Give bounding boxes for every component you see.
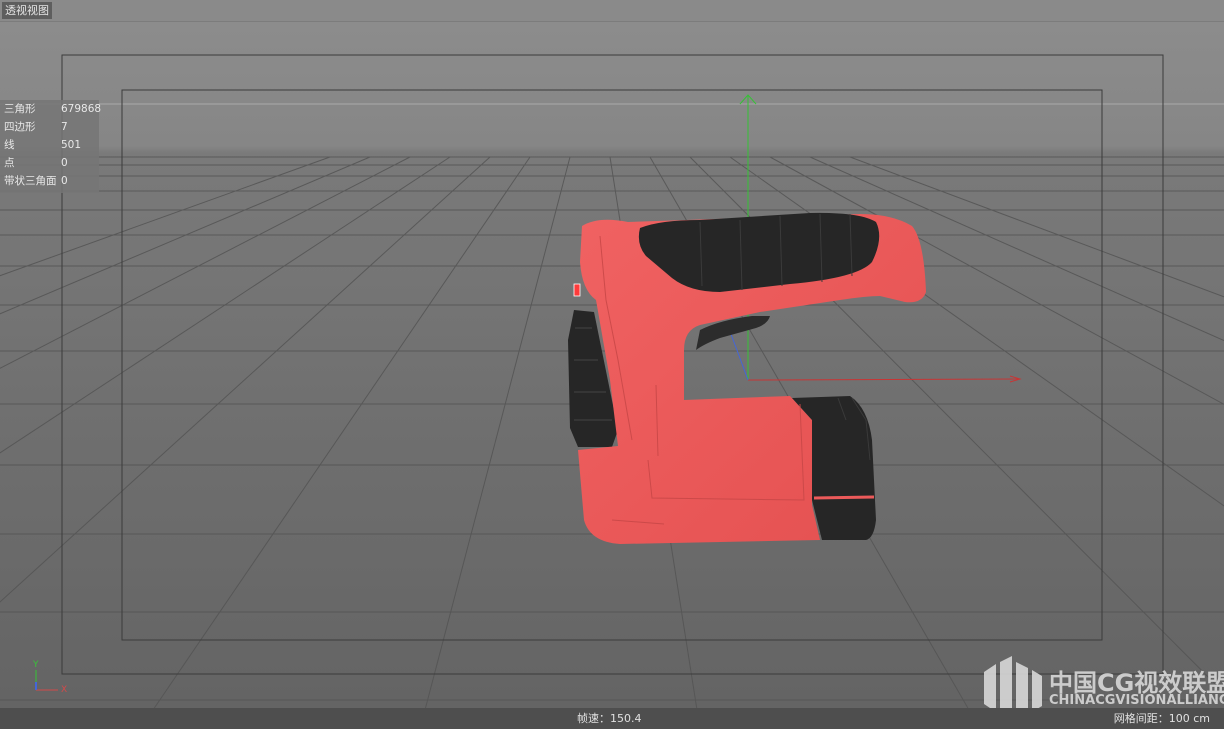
watermark-en-text: CHINACGVISIONALLIANCE xyxy=(1049,693,1224,708)
drill-direction-switch xyxy=(573,283,581,297)
3d-viewport[interactable]: 透视视图 三角形 679868 四边形 7 线 501 点 0 带状三角面 0 … xyxy=(0,0,1224,729)
stat-row-triangles: 三角形 679868 xyxy=(0,100,102,118)
stat-row-lines: 线 501 xyxy=(0,136,99,154)
stat-row-quads: 四边形 7 xyxy=(0,118,99,136)
view-mode-tab[interactable]: 透视视图 xyxy=(2,2,52,19)
grid-spacing-readout: 网格间距：100 cm xyxy=(1113,712,1210,725)
stat-value: 0 xyxy=(61,175,68,187)
stat-value: 679868 xyxy=(61,103,102,115)
stat-row-points: 点 0 xyxy=(0,154,99,172)
stat-label: 四边形 xyxy=(4,121,36,133)
viewport-canvas[interactable] xyxy=(0,0,1224,729)
viewport-header: 透视视图 xyxy=(0,0,1224,22)
gizmo-y-label: Y xyxy=(33,660,39,670)
fps-readout: 帧速：150.4 xyxy=(577,712,642,725)
stat-label: 三角形 xyxy=(4,103,36,115)
scene-stats-panel: 三角形 679868 四边形 7 线 501 点 0 带状三角面 0 xyxy=(0,100,102,193)
stat-label: 带状三角面 xyxy=(4,175,57,187)
stat-label: 线 xyxy=(4,139,15,151)
stat-value: 0 xyxy=(61,157,68,169)
gizmo-x-label: X xyxy=(61,685,68,695)
stat-label: 点 xyxy=(4,157,15,169)
stat-value: 7 xyxy=(61,121,68,133)
watermark: 中国CG视效联盟 CHINACGVISIONALLIANCE xyxy=(983,655,1224,715)
stat-value: 501 xyxy=(61,139,82,151)
stat-row-strips: 带状三角面 0 xyxy=(0,172,99,190)
viewport-status-bar: 帧速：150.4 网格间距：100 cm xyxy=(0,708,1224,729)
